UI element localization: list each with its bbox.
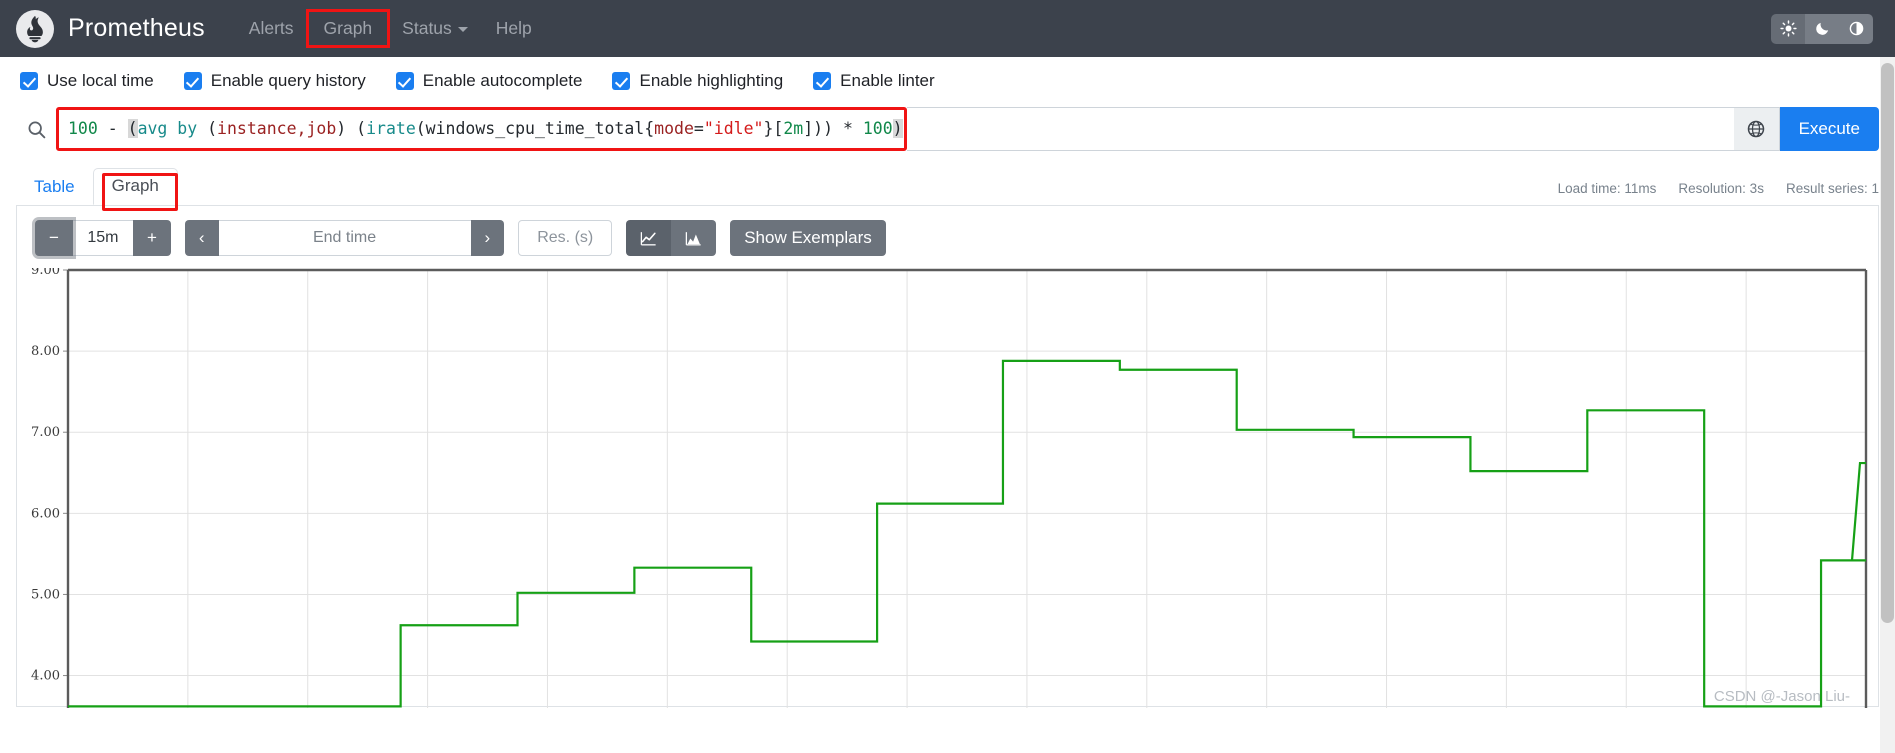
sun-icon: [1779, 20, 1797, 37]
meta-resolution: Resolution: 3s: [1678, 181, 1764, 196]
nav-link-help[interactable]: Help: [482, 12, 546, 45]
search-icon: [16, 107, 56, 151]
expr-token: 2m: [783, 118, 804, 138]
end-time-input[interactable]: End time: [218, 220, 471, 256]
nav-link-status[interactable]: Status: [388, 12, 482, 45]
brand-group[interactable]: Prometheus: [16, 9, 205, 48]
nav-link-status-label: Status: [402, 18, 452, 38]
chevron-down-icon: [457, 26, 468, 32]
nav-links: Alerts Graph Status Help: [235, 9, 546, 48]
expr-token: -: [97, 118, 128, 138]
execute-button[interactable]: Execute: [1779, 107, 1879, 151]
chart-area[interactable]: 9.00 8.00 7.00 6.00 5.00 4.00 CSDN @-Jason Li…: [17, 268, 1878, 708]
expr-token: instance,job: [217, 118, 337, 138]
expr-token: irate: [366, 118, 416, 138]
checkbox-enable-linter[interactable]: [813, 72, 832, 90]
expr-token: (: [207, 118, 218, 138]
chart-series-line: [68, 359, 1866, 708]
chart-series-line-end: [1850, 461, 1866, 561]
expr-token: }[: [763, 118, 784, 138]
tab-table[interactable]: Table: [16, 170, 93, 205]
checkbox-enable-highlighting[interactable]: [612, 72, 631, 90]
query-bar: 100 - (avg by (instance,job) (irate(wind…: [0, 107, 1895, 151]
page-scrollbar-thumb[interactable]: [1881, 63, 1894, 623]
option-label: Use local time: [47, 71, 154, 90]
y-axis-tick-label: 6.00: [31, 506, 60, 521]
expr-token: =: [693, 118, 704, 138]
expr-token: (windows_cpu_time_total{: [415, 118, 655, 138]
option-enable-highlighting[interactable]: Enable highlighting: [612, 71, 783, 91]
brand-title: Prometheus: [68, 14, 205, 42]
y-axis-tick-label: 7.00: [31, 425, 60, 440]
prometheus-torch-logo: [16, 9, 54, 48]
expression-input-filler[interactable]: [907, 107, 1734, 151]
expr-token: 100: [68, 118, 98, 138]
meta-load-time: Load time: 11ms: [1557, 181, 1657, 196]
expression-input[interactable]: 100 - (avg by (instance,job) (irate(wind…: [56, 107, 907, 151]
y-axis-tick-label: 5.00: [31, 587, 60, 602]
checkbox-enable-autocomplete[interactable]: [395, 72, 414, 90]
time-prev-button[interactable]: ‹: [184, 220, 219, 256]
checkbox-enable-query-history[interactable]: [183, 72, 202, 90]
theme-auto-button[interactable]: [1839, 13, 1873, 44]
option-label: Enable highlighting: [639, 71, 784, 90]
options-bar: Use local time Enable query history Enab…: [0, 57, 1895, 101]
meta-result-series: Result series: 1: [1785, 181, 1879, 196]
nav-link-alerts[interactable]: Alerts: [235, 12, 308, 45]
theme-toggle-group: [1771, 13, 1873, 44]
option-enable-query-history[interactable]: Enable query history: [183, 71, 366, 91]
graph-controls: − 15m + ‹ End time › Res. (s) Show Exemp…: [17, 220, 1878, 256]
expr-token: (: [356, 118, 367, 138]
stacked-area-icon[interactable]: [671, 220, 717, 256]
half-circle-icon: [1849, 21, 1863, 36]
theme-light-button[interactable]: [1771, 13, 1805, 44]
option-label: Enable autocomplete: [422, 71, 583, 90]
nav-link-graph[interactable]: Graph: [305, 9, 391, 48]
query-meta: Load time: 11ms Resolution: 3s Result se…: [1558, 181, 1879, 205]
show-exemplars-button[interactable]: Show Exemplars: [730, 220, 886, 256]
expr-token: 100: [862, 118, 893, 138]
chart-type-toggle: [626, 220, 717, 256]
expr-token: (: [127, 118, 138, 138]
end-time-picker: ‹ End time ›: [184, 220, 505, 256]
option-label: Enable query history: [210, 71, 366, 90]
option-enable-linter[interactable]: Enable linter: [813, 71, 935, 91]
graph-panel: − 15m + ‹ End time › Res. (s) Show Exemp…: [16, 205, 1879, 708]
globe-icon[interactable]: [1733, 107, 1780, 151]
y-axis-tick-label: 4.00: [31, 669, 60, 684]
result-tabs: Table Graph Load time: 11ms Resolution: …: [0, 165, 1895, 211]
theme-dark-button[interactable]: [1805, 13, 1839, 44]
cpu-usage-line-chart[interactable]: 9.00 8.00 7.00 6.00 5.00 4.00: [21, 268, 1876, 708]
option-use-local-time[interactable]: Use local time: [20, 71, 154, 91]
checkbox-use-local-time[interactable]: [20, 72, 38, 90]
range-increase-button[interactable]: +: [132, 220, 171, 256]
moon-icon: [1815, 22, 1828, 35]
expr-token: "idle": [703, 118, 764, 138]
expr-token: mode: [654, 118, 694, 138]
y-axis-tick-label: 9.00: [31, 268, 60, 278]
expr-token: ])) *: [803, 118, 863, 138]
range-decrease-button[interactable]: −: [35, 220, 73, 256]
top-navbar: Prometheus Alerts Graph Status Help: [0, 0, 1895, 57]
line-chart-icon[interactable]: [626, 220, 672, 256]
option-enable-autocomplete[interactable]: Enable autocomplete: [395, 71, 583, 91]
range-stepper: − 15m +: [35, 220, 171, 256]
expr-token: ): [336, 118, 357, 138]
time-next-button[interactable]: ›: [470, 220, 505, 256]
range-value[interactable]: 15m: [72, 220, 133, 256]
resolution-input[interactable]: Res. (s): [518, 220, 613, 256]
expression-text: 100 - (avg by (instance,job) (irate(wind…: [68, 118, 903, 138]
tab-graph[interactable]: Graph: [92, 168, 178, 205]
expression-input-wrapper: 100 - (avg by (instance,job) (irate(wind…: [56, 107, 1734, 151]
expr-token: ): [892, 118, 903, 138]
y-axis-tick-label: 8.00: [31, 344, 60, 359]
expr-token: avg by: [137, 118, 208, 138]
option-label: Enable linter: [840, 71, 935, 90]
